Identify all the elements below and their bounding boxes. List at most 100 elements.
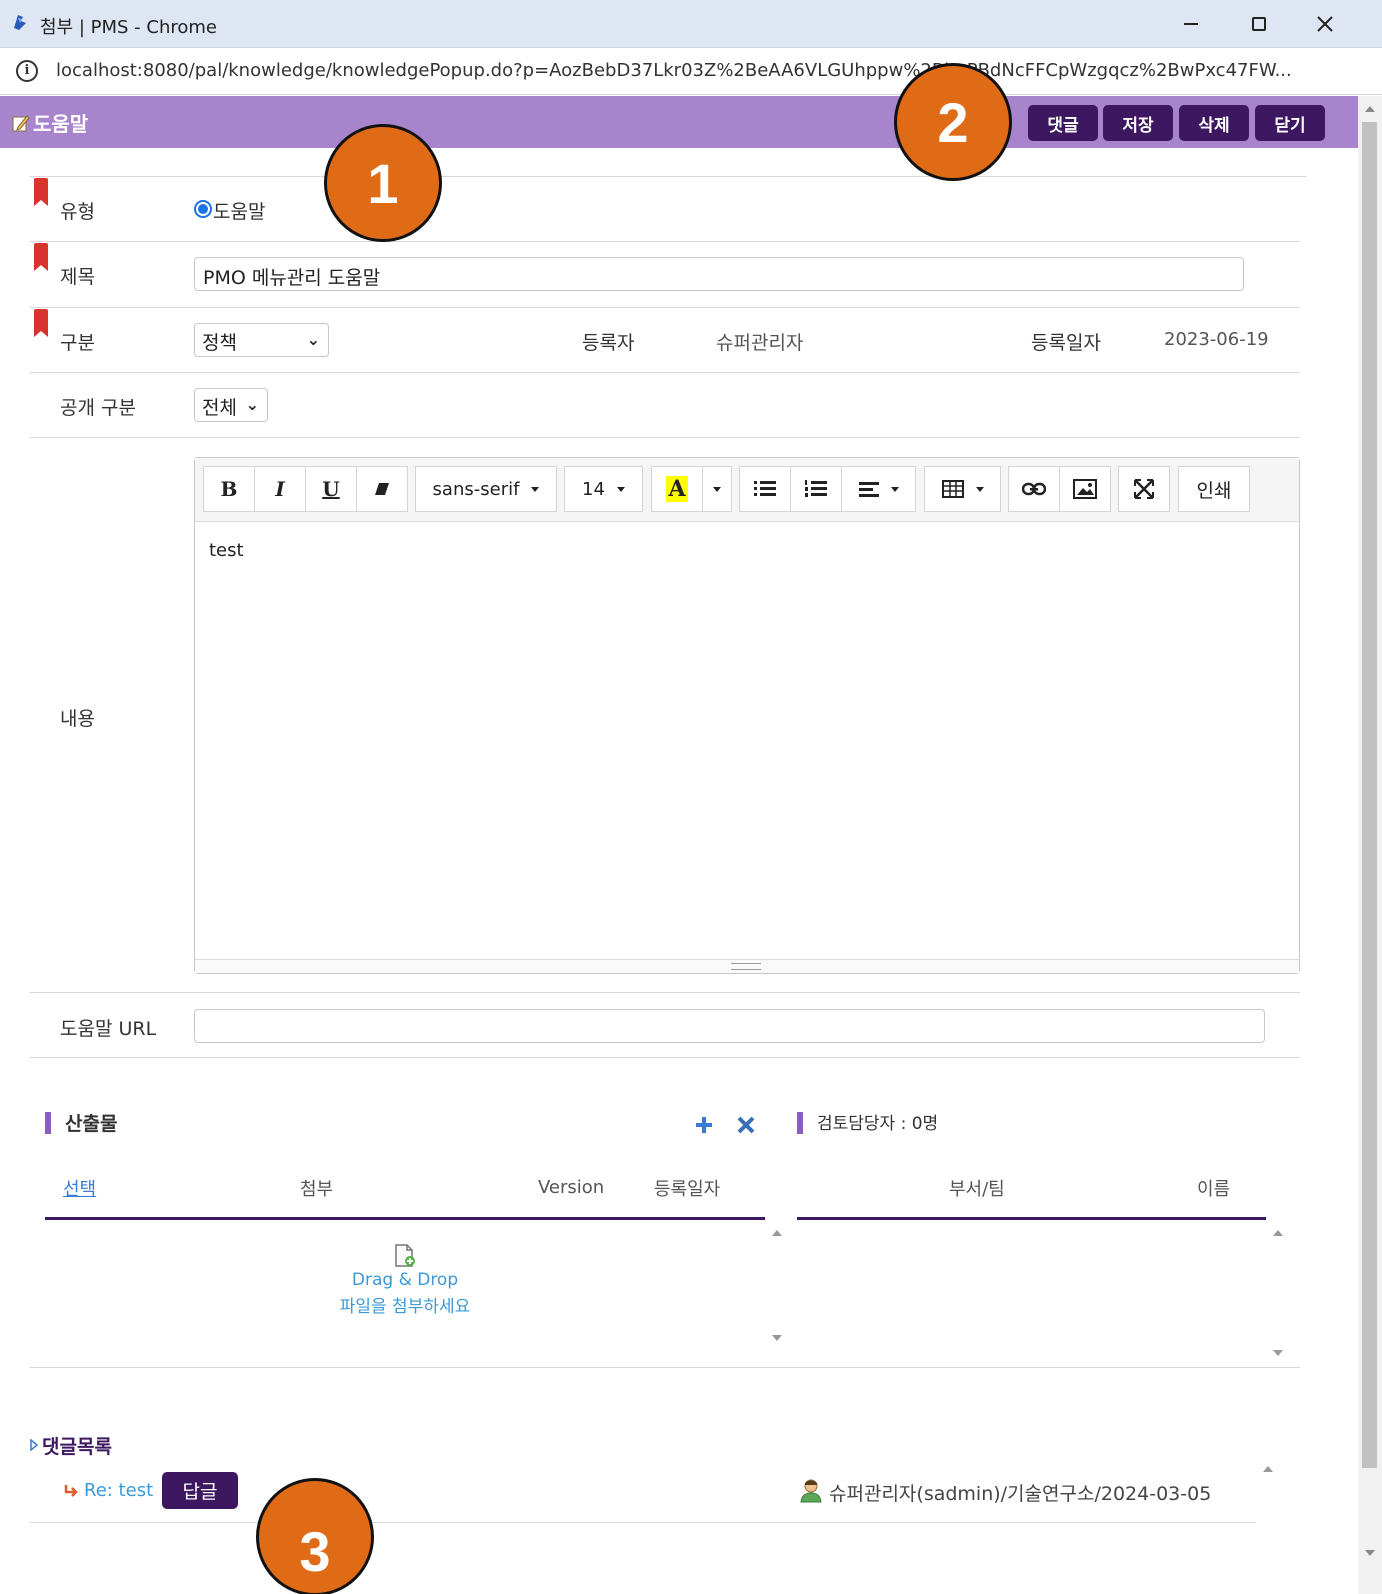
font-family-dropdown[interactable]: sans-serif (415, 466, 557, 512)
bold-button[interactable]: B (203, 466, 255, 512)
outputs-title: 산출물 (65, 1113, 118, 1135)
image-icon (1073, 479, 1097, 499)
scroll-up-arrow-icon[interactable] (1365, 106, 1375, 112)
divider (30, 437, 1300, 438)
comment-meta: 슈퍼관리자(sadmin)/기술연구소/2024-03-05 (829, 1483, 1212, 1505)
popup-title: 도움말 (33, 112, 89, 136)
required-bookmark-icon (34, 243, 48, 271)
reg-date-column-header: 등록일자 (654, 1179, 721, 1200)
italic-icon: I (275, 477, 285, 501)
minimize-button[interactable] (1171, 8, 1211, 40)
comments-scroll-up-icon[interactable] (1263, 1466, 1273, 1472)
public-select-value: 전체 (202, 397, 237, 419)
delete-x-icon[interactable] (737, 1116, 755, 1134)
divider (30, 372, 1300, 373)
type-radio-label[interactable]: 도움말 (213, 197, 265, 224)
address-bar[interactable]: i localhost:8080/pal/knowledge/knowledge… (0, 48, 1382, 95)
help-url-input[interactable] (194, 1009, 1265, 1043)
italic-button[interactable]: I (254, 466, 306, 512)
divider (30, 241, 1300, 242)
drag-drop-hint[interactable]: 파일을 첨부하세요 (300, 1292, 510, 1317)
add-icon[interactable] (695, 1116, 713, 1134)
font-size-dropdown[interactable]: 14 (564, 466, 643, 512)
page-scrollbar[interactable] (1358, 96, 1382, 1594)
category-select[interactable]: 정책 ⌄ (194, 323, 329, 357)
subject-input[interactable]: PMO 메뉴관리 도움말 (194, 257, 1244, 291)
editor-content[interactable]: test (209, 540, 244, 561)
list-scroll-down-icon[interactable] (772, 1335, 782, 1341)
reviewers-title: 검토담당자 : 0명 (817, 1114, 939, 1134)
divider (30, 1522, 1256, 1523)
required-bookmark-icon (34, 178, 48, 206)
close-icon (1317, 16, 1333, 32)
paragraph-align-dropdown[interactable] (841, 466, 916, 512)
list-scroll-up-icon[interactable] (772, 1230, 782, 1236)
public-select[interactable]: 전체 ⌄ (194, 388, 268, 422)
close-button[interactable]: 닫기 (1255, 105, 1325, 141)
section-marker (797, 1112, 803, 1134)
drag-drop-text[interactable]: Drag & Drop (300, 1270, 510, 1290)
fullscreen-button[interactable] (1118, 466, 1170, 512)
save-button[interactable]: 저장 (1103, 105, 1173, 141)
unordered-list-button[interactable] (739, 466, 791, 512)
delete-button[interactable]: 삭제 (1179, 105, 1249, 141)
underline-button[interactable]: U (305, 466, 357, 512)
registrant-value: 슈퍼관리자 (716, 332, 804, 354)
registrant-label: 등록자 (582, 332, 635, 354)
ordered-list-button[interactable] (790, 466, 842, 512)
annotation-marker-2: 2 (894, 63, 1012, 181)
reply-button[interactable]: 답글 (162, 1472, 238, 1509)
close-window-button[interactable] (1305, 8, 1345, 40)
list-scroll-down-icon[interactable] (1273, 1350, 1283, 1356)
chevron-down-icon: ⌄ (245, 395, 259, 414)
list-scroll-up-icon[interactable] (1273, 1230, 1283, 1236)
triangle-right-icon (30, 1439, 38, 1451)
maximize-button[interactable] (1239, 8, 1279, 40)
caret-down-icon (616, 486, 625, 492)
divider (30, 992, 1300, 993)
maximize-icon (1252, 17, 1266, 31)
select-column-header[interactable]: 선택 (63, 1175, 96, 1201)
category-label: 구분 (60, 332, 95, 354)
divider (30, 176, 1306, 177)
category-select-value: 정책 (202, 332, 237, 354)
window-title: 첨부 | PMS - Chrome (40, 17, 217, 38)
editor-resize-handle[interactable] (195, 959, 1299, 973)
type-label: 유형 (60, 201, 95, 223)
text-color-button[interactable]: A (651, 466, 703, 512)
link-button[interactable] (1008, 466, 1060, 512)
url-text[interactable]: localhost:8080/pal/knowledge/knowledgePo… (56, 60, 1346, 81)
comments-title: 댓글목록 (42, 1436, 112, 1458)
reg-date-value: 2023-06-19 (1164, 329, 1269, 350)
scrollbar-thumb[interactable] (1362, 122, 1377, 1468)
link-icon (1022, 482, 1046, 496)
popup-header: 도움말 댓글 저장 삭제 닫기 (0, 96, 1358, 148)
comment-button[interactable]: 댓글 (1028, 105, 1098, 141)
user-avatar-icon (800, 1479, 822, 1503)
table-dropdown[interactable] (924, 466, 1001, 512)
font-size-value: 14 (582, 478, 605, 500)
underline-icon: U (322, 477, 340, 501)
window-titlebar: 첨부 | PMS - Chrome (0, 0, 1382, 48)
type-radio[interactable] (194, 200, 212, 218)
print-button[interactable]: 인쇄 (1178, 466, 1250, 512)
info-icon[interactable]: i (16, 60, 38, 82)
comment-title-link[interactable]: Re: test (84, 1480, 153, 1501)
bullet-list-icon (754, 481, 776, 496)
highlight-color-icon: A (666, 476, 688, 502)
image-button[interactable] (1059, 466, 1111, 512)
eraser-icon (375, 483, 389, 495)
text-color-dropdown[interactable] (702, 466, 732, 512)
reg-date-label: 등록일자 (1031, 332, 1101, 354)
eraser-button[interactable] (356, 466, 408, 512)
annotation-marker-1: 1 (324, 124, 442, 242)
edit-pencil-icon (12, 115, 30, 132)
attachment-column-header: 첨부 (300, 1179, 334, 1200)
numbered-list-icon (805, 480, 827, 497)
minimize-icon (1184, 23, 1198, 25)
scroll-down-arrow-icon[interactable] (1365, 1550, 1375, 1556)
divider (30, 1057, 1300, 1058)
subject-label: 제목 (60, 266, 95, 288)
caret-down-icon (713, 486, 721, 492)
outputs-header-line (45, 1217, 765, 1220)
